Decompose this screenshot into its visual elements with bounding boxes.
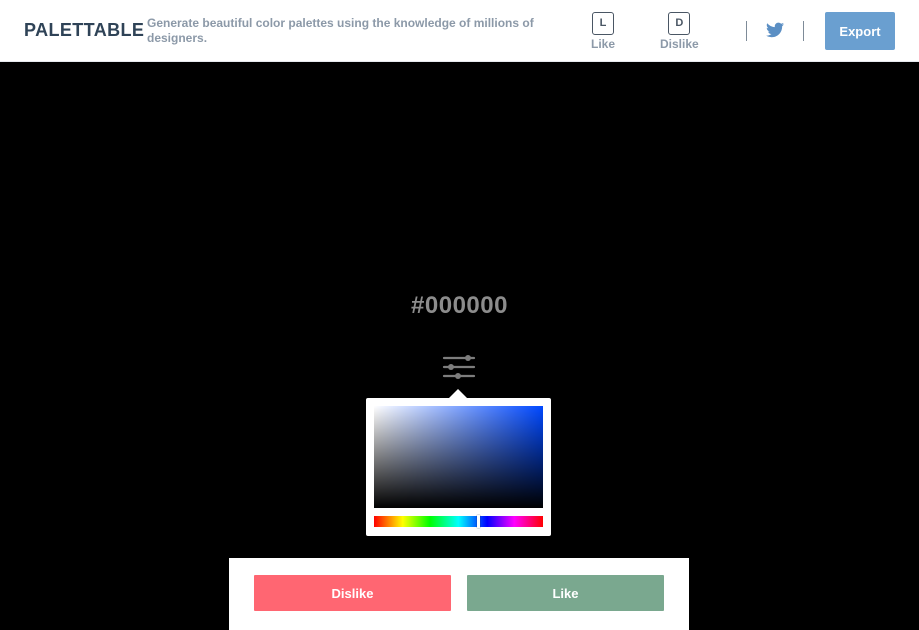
dislike-keycap: D (668, 12, 691, 35)
color-swatch[interactable] (0, 62, 919, 630)
like-shortcut[interactable]: L Like (591, 12, 615, 51)
dislike-button[interactable]: Dislike (254, 575, 451, 611)
hue-slider[interactable] (374, 515, 543, 528)
dislike-shortcut[interactable]: D Dislike (660, 12, 699, 51)
app-tagline: Generate beautiful color palettes using … (147, 16, 534, 45)
saturation-value-square[interactable] (374, 406, 543, 508)
like-keycap: L (592, 12, 614, 35)
sliders-icon[interactable] (442, 352, 476, 380)
hue-slider-handle[interactable] (477, 515, 480, 528)
action-panel: Dislike Like (229, 558, 689, 630)
top-header: PALETTABLE Generate beautiful color pale… (0, 0, 919, 62)
export-button[interactable]: Export (825, 12, 895, 50)
header-divider (746, 21, 747, 41)
color-picker-popover (366, 389, 551, 536)
twitter-icon[interactable] (766, 22, 784, 38)
app-logo[interactable]: PALETTABLE (24, 20, 144, 41)
hex-code-label[interactable]: #000000 (0, 292, 919, 320)
header-divider (803, 21, 804, 41)
dislike-shortcut-label: Dislike (660, 37, 699, 51)
like-shortcut-label: Like (591, 37, 616, 51)
like-button[interactable]: Like (467, 575, 664, 611)
